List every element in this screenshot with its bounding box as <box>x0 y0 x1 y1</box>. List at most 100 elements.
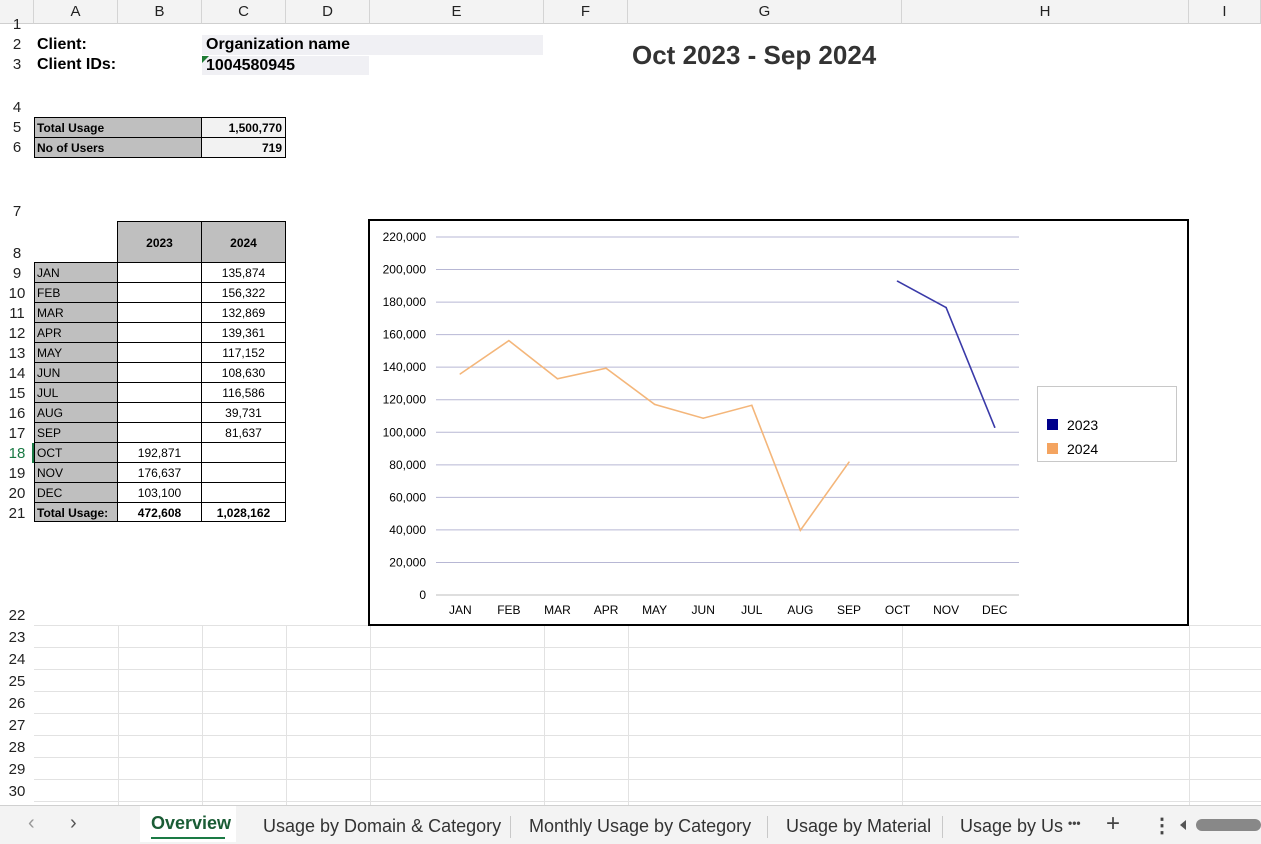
row-header-29[interactable]: 29 <box>0 757 34 779</box>
column-header-h[interactable]: H <box>902 0 1189 24</box>
month-label-oct[interactable]: OCT <box>34 442 118 463</box>
row-number: 21 <box>8 505 26 522</box>
month-label-dec[interactable]: DEC <box>34 482 118 503</box>
horizontal-scrollbar[interactable] <box>1180 819 1261 831</box>
row-header-24[interactable]: 24 <box>0 647 34 669</box>
value-2024-jun[interactable]: 108,630 <box>201 362 286 383</box>
value-2024-apr[interactable]: 139,361 <box>201 322 286 343</box>
row-header-9[interactable]: 9 <box>0 263 34 283</box>
value-2024-feb[interactable]: 156,322 <box>201 282 286 303</box>
column-header-d[interactable]: D <box>286 0 370 24</box>
add-sheet-icon[interactable]: + <box>1106 810 1120 838</box>
total-row-label: Total Usage: <box>34 502 118 522</box>
value-2024-aug[interactable]: 39,731 <box>201 402 286 423</box>
row-header-6[interactable]: 6 <box>0 137 34 157</box>
sheet-menu-icon[interactable]: ⋮ <box>1152 813 1172 838</box>
row-header-27[interactable]: 27 <box>0 713 34 735</box>
value-2023-may[interactable] <box>117 342 202 363</box>
data-point-2024-mar <box>556 377 559 380</box>
value-2024-dec[interactable] <box>201 482 286 503</box>
row-header-19[interactable]: 19 <box>0 463 34 483</box>
column-header-e[interactable]: E <box>370 0 544 24</box>
row-header-10[interactable]: 10 <box>0 283 34 303</box>
row-header-8[interactable]: 8 <box>0 221 34 263</box>
row-header-25[interactable]: 25 <box>0 669 34 691</box>
column-header-g[interactable]: G <box>628 0 902 24</box>
scrollbar-thumb[interactable] <box>1196 819 1261 831</box>
usage-chart[interactable]: 0 20,000 40,000 60,000 80,000 100,000 120,000 1… <box>368 219 1189 626</box>
row-header-1[interactable]: 1 <box>0 16 34 34</box>
value-2023-jul[interactable] <box>117 382 202 403</box>
value-2024-nov[interactable] <box>201 462 286 483</box>
grid-line-horizontal <box>34 669 1261 670</box>
month-label-sep[interactable]: SEP <box>34 422 118 443</box>
month-label-apr[interactable]: APR <box>34 322 118 343</box>
value-2023-nov[interactable]: 176,637 <box>117 462 202 483</box>
value-2023-oct[interactable]: 192,871 <box>117 442 202 463</box>
scroll-tabs-left-icon[interactable]: ‹ <box>28 812 35 835</box>
total-usage-value[interactable]: 1,500,770 <box>201 117 286 138</box>
month-label-aug[interactable]: AUG <box>34 402 118 423</box>
value-2024-jul[interactable]: 116,586 <box>201 382 286 403</box>
row-header-12[interactable]: 12 <box>0 323 34 343</box>
row-header-5[interactable]: 5 <box>0 117 34 137</box>
month-label-feb[interactable]: FEB <box>34 282 118 303</box>
value-2023-apr[interactable] <box>117 322 202 343</box>
y-tick-label: 0 <box>419 588 426 602</box>
value-2024-may[interactable]: 117,152 <box>201 342 286 363</box>
row-header-20[interactable]: 20 <box>0 483 34 503</box>
value-2023-aug[interactable] <box>117 402 202 423</box>
value-2024-oct[interactable] <box>201 442 286 463</box>
value-2024-mar[interactable]: 132,869 <box>201 302 286 323</box>
value-2024-jan[interactable]: 135,874 <box>201 262 286 283</box>
total-2024[interactable]: 1,028,162 <box>201 502 286 522</box>
row-header-17[interactable]: 17 <box>0 423 34 443</box>
value-2023-mar[interactable] <box>117 302 202 323</box>
row-header-18[interactable]: 18 <box>0 443 34 463</box>
row-header-21[interactable]: 21 <box>0 503 34 523</box>
column-header-a[interactable]: A <box>34 0 118 24</box>
users-value[interactable]: 719 <box>201 137 286 158</box>
month-label-jun[interactable]: JUN <box>34 362 118 383</box>
row-number: 1 <box>12 16 22 33</box>
row-header-16[interactable]: 16 <box>0 403 34 423</box>
tab-usage-by-us[interactable]: Usage by Us <box>960 816 1063 837</box>
value-2024-sep[interactable]: 81,637 <box>201 422 286 443</box>
scroll-left-arrow-icon[interactable] <box>1180 820 1186 830</box>
tab-overview[interactable]: Overview <box>140 806 236 842</box>
month-label-may[interactable]: MAY <box>34 342 118 363</box>
row-header-26[interactable]: 26 <box>0 691 34 713</box>
value-2023-dec[interactable]: 103,100 <box>117 482 202 503</box>
row-header-2[interactable]: 2 <box>0 34 34 54</box>
row-header-22[interactable]: 22 <box>0 523 34 625</box>
value-2023-jun[interactable] <box>117 362 202 383</box>
column-header-f[interactable]: F <box>544 0 628 24</box>
month-label-jan[interactable]: JAN <box>34 262 118 283</box>
row-header-13[interactable]: 13 <box>0 343 34 363</box>
column-header-b[interactable]: B <box>118 0 202 24</box>
value-2023-sep[interactable] <box>117 422 202 443</box>
tab-usage-by-material[interactable]: Usage by Material <box>786 816 931 837</box>
tab-monthly-usage-by-category[interactable]: Monthly Usage by Category <box>529 816 751 837</box>
value-2023-feb[interactable] <box>117 282 202 303</box>
total-2023[interactable]: 472,608 <box>117 502 202 522</box>
column-header-i[interactable]: I <box>1189 0 1261 24</box>
row-header-3[interactable]: 3 <box>0 54 34 74</box>
row-header-14[interactable]: 14 <box>0 363 34 383</box>
row-header-15[interactable]: 15 <box>0 383 34 403</box>
row-header-30[interactable]: 30 <box>0 779 34 801</box>
row-number: 4 <box>12 99 22 116</box>
row-header-4[interactable]: 4 <box>0 74 34 117</box>
tab-usage-by-domain-category[interactable]: Usage by Domain & Category <box>263 816 501 837</box>
row-header-23[interactable]: 23 <box>0 625 34 647</box>
month-label-nov[interactable]: NOV <box>34 462 118 483</box>
row-header-28[interactable]: 28 <box>0 735 34 757</box>
month-label-jul[interactable]: JUL <box>34 382 118 403</box>
more-tabs-icon[interactable]: ••• <box>1068 816 1081 830</box>
month-label-mar[interactable]: MAR <box>34 302 118 323</box>
column-header-c[interactable]: C <box>202 0 286 24</box>
scroll-tabs-right-icon[interactable]: › <box>70 812 77 835</box>
row-header-11[interactable]: 11 <box>0 303 34 323</box>
row-header-7[interactable]: 7 <box>0 157 34 221</box>
value-2023-jan[interactable] <box>117 262 202 283</box>
